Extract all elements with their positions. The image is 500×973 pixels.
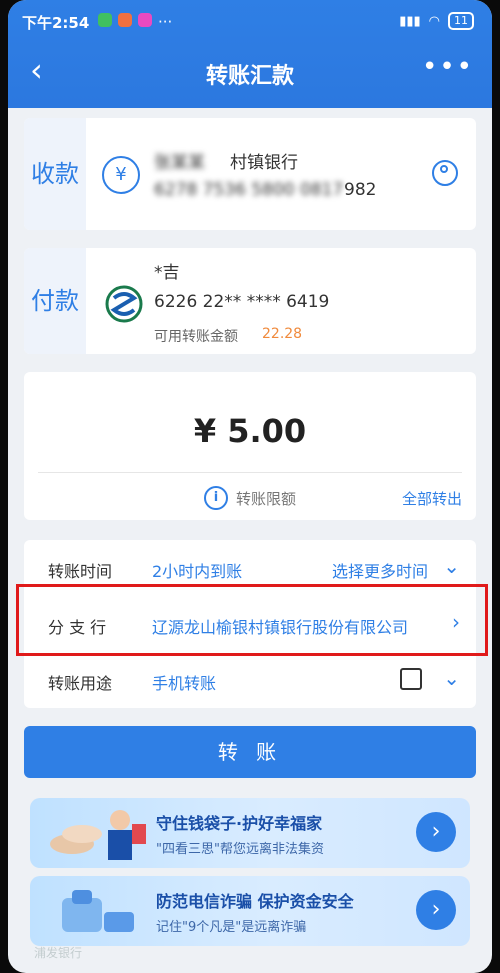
- chevron-down-icon: ⌄: [443, 666, 460, 690]
- payee-name: 张某某: [154, 153, 205, 173]
- wifi-icon: ◠: [428, 13, 440, 29]
- promo-banner[interactable]: 防范电信诈骗 保护资金安全 记住"9个凡是"是远离诈骗 ›: [30, 876, 470, 946]
- transfer-time-label: 转账时间: [48, 562, 113, 581]
- app-notify-icon: [98, 13, 112, 27]
- promo-title: 守住钱袋子·护好幸福家: [156, 814, 323, 833]
- limit-label: 转账限额: [236, 489, 297, 508]
- payee-bank: 村镇银行: [230, 153, 298, 173]
- payer-account: 6226 22** **** 6419: [154, 292, 330, 312]
- header: 下午2:54 ··· ▮▮▮ ◠ 11 ‹ 转账汇款 •••: [8, 0, 492, 108]
- amount-input[interactable]: ¥ 5.00: [24, 412, 476, 450]
- status-right: ▮▮▮ ◠ 11: [399, 12, 474, 30]
- promo-subtitle: "四看三思"帮您远离非法集资: [156, 842, 324, 857]
- payee-account-tail: 982: [344, 180, 377, 200]
- battery-icon: 11: [448, 12, 474, 30]
- payer-tab: 付款: [24, 248, 86, 354]
- payee-card[interactable]: 收款 ¥ 张某某 村镇银行 6278 7536 5800 0817 982: [24, 118, 476, 230]
- status-bar: 下午2:54 ··· ▮▮▮ ◠ 11: [8, 8, 492, 36]
- page-title: 转账汇款: [205, 64, 294, 89]
- branch-highlight-box: [16, 584, 488, 656]
- bottom-hint: 浦发银行: [34, 946, 83, 960]
- yuan-icon: ¥: [102, 156, 140, 194]
- transfer-time-value: 2小时内到账: [152, 562, 243, 581]
- promo-title: 防范电信诈骗 保护资金安全: [156, 892, 354, 911]
- signal-icon: ▮▮▮: [399, 13, 421, 29]
- promo-subtitle: 记住"9个凡是"是远离诈骗: [156, 920, 307, 935]
- arrow-right-icon[interactable]: ›: [416, 812, 456, 852]
- transfer-submit-button[interactable]: 转 账: [24, 726, 476, 778]
- person-icon[interactable]: [432, 160, 458, 186]
- chevron-down-icon: ⌄: [443, 554, 460, 578]
- more-menu-button[interactable]: •••: [422, 52, 474, 82]
- app-notify-icon: [118, 13, 132, 27]
- purpose-value: 手机转账: [152, 674, 217, 693]
- transfer-all-button[interactable]: 全部转出: [402, 488, 462, 509]
- promo-illustration: [50, 810, 146, 860]
- nav-bar: ‹ 转账汇款 •••: [8, 50, 492, 94]
- balance-label: 可用转账金额: [154, 329, 238, 345]
- amount-card: ¥ 5.00 i 转账限额 全部转出: [24, 372, 476, 520]
- arrow-right-icon[interactable]: ›: [416, 890, 456, 930]
- payee-tab: 收款: [24, 118, 86, 230]
- select-more-time[interactable]: 选择更多时间: [332, 558, 428, 582]
- app-screen: 下午2:54 ··· ▮▮▮ ◠ 11 ‹ 转账汇款 ••• 收款 ¥ 张某某 …: [8, 0, 492, 973]
- status-time: 下午2:54: [22, 14, 90, 32]
- payer-name: *吉: [154, 263, 180, 283]
- limit-link[interactable]: i 转账限额: [204, 486, 296, 510]
- info-icon: i: [204, 486, 228, 510]
- notification-icons: ···: [98, 13, 173, 31]
- payee-account-masked: 6278 7536 5800 0817: [154, 180, 344, 200]
- promo-banner[interactable]: 守住钱袋子·护好幸福家 "四看三思"帮您远离非法集资 ›: [30, 798, 470, 868]
- edit-icon[interactable]: [400, 668, 422, 690]
- more-notifications-icon: ···: [158, 13, 173, 31]
- payer-card[interactable]: 付款 *吉 6226 22** **** 6419 可用转账金额 22.28: [24, 248, 476, 354]
- balance-value: 22.28: [262, 326, 303, 342]
- app-notify-icon: [138, 13, 152, 27]
- divider: [38, 472, 462, 473]
- purpose-row[interactable]: 转账用途 手机转账 ⌄: [24, 652, 476, 706]
- spdb-logo: [105, 285, 143, 323]
- promo-illustration: [62, 890, 134, 932]
- purpose-label: 转账用途: [48, 674, 113, 693]
